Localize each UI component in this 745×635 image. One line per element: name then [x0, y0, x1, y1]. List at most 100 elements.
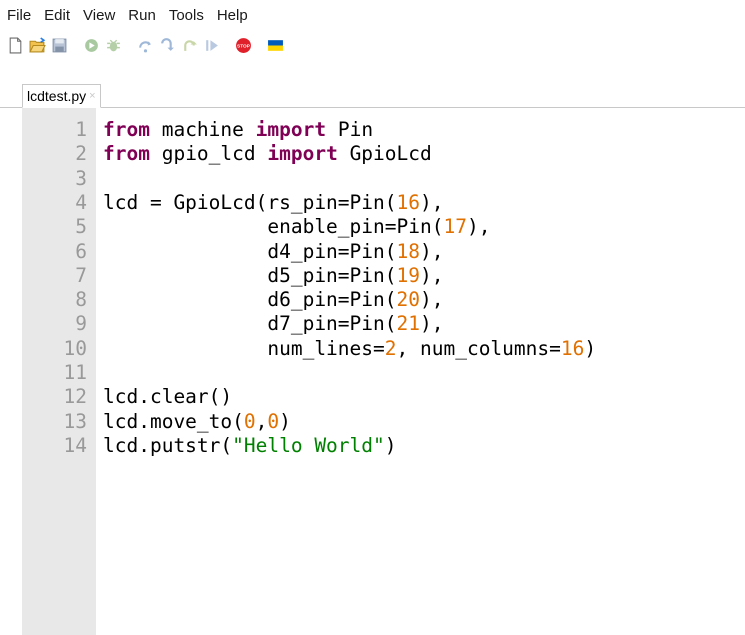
code-line[interactable]: 11 [22, 361, 745, 385]
code-token: from [103, 142, 150, 166]
code-token: 2 [384, 336, 397, 360]
code-line[interactable]: 3 [22, 167, 745, 191]
code-token: 20 [396, 288, 420, 312]
code-token: num_lines= [103, 336, 385, 360]
code-token: 0 [243, 409, 256, 433]
code-line[interactable]: 7 d5_pin=Pin(19), [22, 264, 745, 288]
line-number: 10 [63, 336, 87, 360]
line-number: 4 [75, 190, 87, 214]
step-out-icon[interactable] [180, 36, 199, 55]
code-token: ), [419, 263, 444, 287]
code-line[interactable]: 14 lcd.putstr("Hello World") [22, 434, 745, 458]
code-token: lcd.putstr( [103, 433, 233, 457]
code-line[interactable]: 9 d7_pin=Pin(21), [22, 312, 745, 336]
code-token: Pin [326, 118, 374, 141]
code-token: ), [466, 215, 491, 239]
code-token: d4_pin=Pin( [103, 239, 397, 263]
code-token: 19 [396, 263, 420, 287]
line-number: 5 [75, 215, 87, 239]
save-icon[interactable] [50, 36, 69, 55]
code-line[interactable]: 13 lcd.move_to(0,0) [22, 410, 745, 434]
line-code: d6_pin=Pin(20), [103, 288, 443, 312]
code-token: enable_pin=Pin( [103, 215, 444, 239]
line-code: lcd.move_to(0,0) [103, 410, 291, 434]
debug-icon[interactable] [104, 36, 123, 55]
menu-bar: File Edit View Run Tools Help [0, 0, 745, 30]
new-file-icon[interactable] [6, 36, 25, 55]
code-token: , [255, 409, 268, 433]
line-number: 14 [63, 433, 87, 457]
tab-lcdtest[interactable]: lcdtest.py × [22, 84, 101, 108]
code-token: d6_pin=Pin( [103, 288, 397, 312]
code-editor[interactable]: 1 from machine import Pin 2 from gpio_lcd i… [22, 108, 745, 635]
code-line[interactable]: 6 d4_pin=Pin(18), [22, 240, 745, 264]
svg-text:STOP: STOP [237, 43, 251, 49]
menu-help[interactable]: Help [217, 7, 248, 24]
code-line[interactable]: 1 from machine import Pin [22, 118, 745, 142]
step-into-icon[interactable] [158, 36, 177, 55]
code-token: ) [279, 409, 291, 433]
code-line[interactable]: 12 lcd.clear() [22, 385, 745, 409]
line-number: 3 [75, 166, 87, 190]
line-code: d4_pin=Pin(18), [103, 240, 443, 264]
stop-icon[interactable]: STOP [234, 36, 253, 55]
code-token: ), [419, 312, 444, 336]
close-icon[interactable]: × [89, 90, 95, 102]
line-code: from gpio_lcd import GpioLcd [103, 142, 432, 166]
menu-file[interactable]: File [7, 7, 31, 24]
code-token: import [255, 118, 327, 141]
code-token: 17 [443, 215, 467, 239]
menu-run[interactable]: Run [128, 7, 156, 24]
code-line[interactable]: 10 num_lines=2, num_columns=16) [22, 337, 745, 361]
code-token: lcd = GpioLcd(rs_pin=Pin( [103, 190, 397, 214]
code-line[interactable]: 4 lcd = GpioLcd(rs_pin=Pin(16), [22, 191, 745, 215]
step-over-icon[interactable] [136, 36, 155, 55]
menu-tools[interactable]: Tools [169, 7, 204, 24]
code-token: GpioLcd [337, 142, 432, 166]
ukraine-flag-icon [266, 36, 285, 55]
code-line[interactable]: 5 enable_pin=Pin(17), [22, 215, 745, 239]
line-number: 11 [63, 361, 87, 384]
code-token: 16 [396, 190, 420, 214]
line-code: lcd = GpioLcd(rs_pin=Pin(16), [103, 191, 443, 215]
tab-title: lcdtest.py [27, 88, 87, 104]
code-token: lcd.move_to( [103, 409, 244, 433]
code-token: ), [419, 239, 444, 263]
code-token: ) [584, 336, 597, 360]
code-line[interactable]: 8 d6_pin=Pin(20), [22, 288, 745, 312]
menu-edit[interactable]: Edit [44, 7, 70, 24]
toolbar: STOP [0, 30, 745, 60]
code-token: machine [149, 118, 256, 141]
line-number: 8 [75, 288, 87, 312]
line-code: num_lines=2, num_columns=16) [103, 337, 596, 361]
code-token: import [267, 142, 338, 166]
code-token: ), [419, 190, 444, 214]
code-token: d5_pin=Pin( [103, 263, 397, 287]
line-code: from machine import Pin [103, 118, 373, 142]
open-folder-icon[interactable] [28, 36, 47, 55]
line-code: d7_pin=Pin(21), [103, 312, 443, 336]
code-token: 18 [396, 239, 420, 263]
code-token: 0 [267, 409, 280, 433]
line-number: 9 [75, 312, 87, 336]
line-number: 12 [63, 385, 87, 409]
resume-icon[interactable] [202, 36, 221, 55]
line-number: 13 [63, 409, 87, 433]
code-token: , num_columns= [396, 336, 561, 360]
code-token: from [103, 118, 150, 141]
code-token: "Hello World" [232, 433, 385, 457]
run-icon[interactable] [82, 36, 101, 55]
code-token: lcd.clear() [103, 385, 233, 409]
code-token: gpio_lcd [149, 142, 268, 166]
code-token: ), [419, 288, 444, 312]
line-number: 7 [75, 263, 87, 287]
line-code: d5_pin=Pin(19), [103, 264, 443, 288]
line-code: lcd.putstr("Hello World") [103, 434, 397, 458]
menu-view[interactable]: View [83, 7, 115, 24]
code-line[interactable]: 2 from gpio_lcd import GpioLcd [22, 142, 745, 166]
line-code: enable_pin=Pin(17), [103, 215, 490, 239]
code-token: 21 [396, 312, 420, 336]
code-token: ) [384, 433, 397, 457]
code-token: d7_pin=Pin( [103, 312, 397, 336]
line-number: 1 [75, 118, 87, 141]
